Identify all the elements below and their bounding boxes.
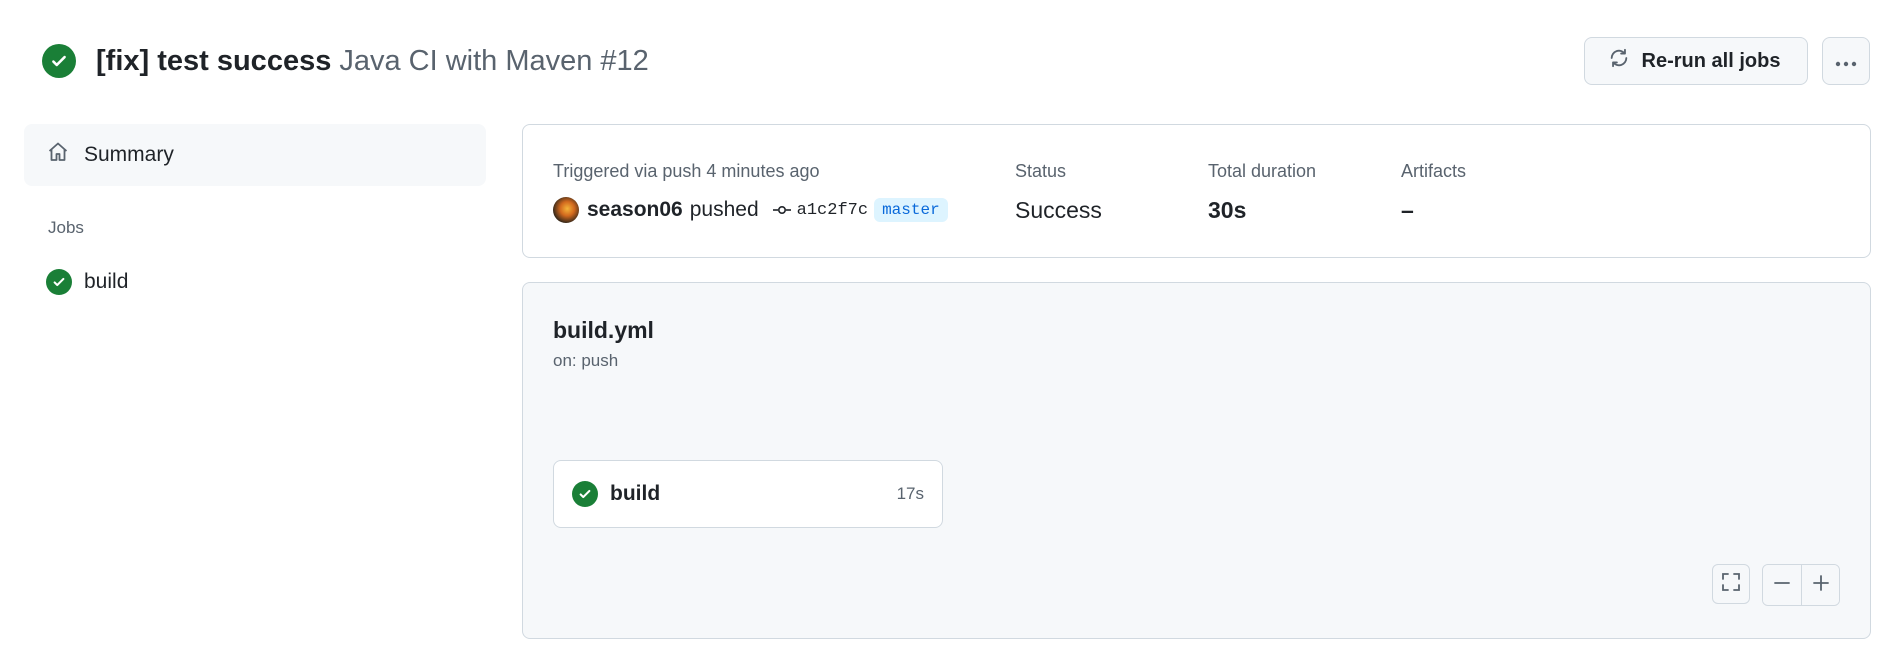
zoom-button-group bbox=[1762, 564, 1840, 606]
fullscreen-button[interactable] bbox=[1712, 564, 1750, 604]
more-actions-button[interactable] bbox=[1822, 37, 1870, 85]
job-name: build bbox=[610, 482, 661, 505]
header-actions: Re-run all jobs bbox=[1584, 37, 1870, 85]
status-label: Status bbox=[1015, 161, 1067, 181]
trigger-detail: season06 pushed a1c2f7c master bbox=[553, 194, 948, 226]
dash-icon bbox=[1773, 574, 1791, 597]
workflow-run-page: [fix] test success Java CI with Maven #12… bbox=[0, 0, 1896, 655]
sidebar-item-label: build bbox=[84, 270, 129, 293]
artifacts-label: Artifacts bbox=[1401, 161, 1467, 181]
duration-value: 30s bbox=[1208, 196, 1247, 223]
home-icon bbox=[46, 140, 70, 170]
sidebar-item-summary[interactable]: Summary bbox=[24, 124, 486, 186]
rerun-all-jobs-button[interactable]: Re-run all jobs bbox=[1584, 37, 1808, 85]
jobs-heading: Jobs bbox=[48, 218, 84, 237]
check-circle-icon bbox=[46, 269, 72, 295]
sidebar-item-build[interactable]: build bbox=[24, 264, 486, 300]
sync-icon bbox=[1608, 47, 1630, 75]
action-text: pushed bbox=[689, 198, 759, 221]
actor-link[interactable]: season06 bbox=[587, 198, 683, 222]
job-node-build[interactable]: build 17s bbox=[553, 460, 943, 528]
run-title: [fix] test success Java CI with Maven #12 bbox=[96, 43, 649, 79]
branch-badge[interactable]: master bbox=[874, 198, 948, 222]
workflow-graph: build.yml on: push build 17s bbox=[522, 282, 1871, 639]
job-duration: 17s bbox=[896, 484, 924, 503]
duration-info: Total duration 30s bbox=[1208, 161, 1316, 226]
duration-label: Total duration bbox=[1208, 161, 1317, 181]
run-summary-card: Triggered via push 4 minutes ago season0… bbox=[522, 124, 1871, 258]
screen-full-icon bbox=[1721, 572, 1741, 597]
graph-controls bbox=[1712, 564, 1840, 606]
git-commit-icon bbox=[772, 204, 791, 216]
workflow-run-label: Java CI with Maven #12 bbox=[339, 45, 649, 77]
workflow-file-name: build.yml bbox=[553, 317, 654, 343]
commit-message: [fix] test success bbox=[96, 45, 332, 77]
check-circle-icon bbox=[42, 44, 76, 78]
status-info: Status Success bbox=[1015, 161, 1102, 226]
sidebar: Summary Jobs build bbox=[24, 124, 486, 300]
rerun-label: Re-run all jobs bbox=[1641, 49, 1781, 72]
status-value: Success bbox=[1015, 196, 1102, 223]
zoom-in-button[interactable] bbox=[1801, 565, 1839, 605]
trigger-info: Triggered via push 4 minutes ago season0… bbox=[553, 161, 948, 226]
commit-sha-link[interactable]: a1c2f7c bbox=[797, 201, 868, 220]
zoom-out-button[interactable] bbox=[1763, 565, 1801, 605]
sidebar-item-label: Summary bbox=[84, 143, 174, 166]
trigger-label: Triggered via push 4 minutes ago bbox=[553, 161, 820, 181]
workflow-trigger: on: push bbox=[553, 351, 619, 370]
check-circle-icon bbox=[572, 481, 598, 507]
avatar[interactable] bbox=[553, 197, 579, 223]
kebab-horizontal-icon bbox=[1835, 50, 1857, 73]
run-header: [fix] test success Java CI with Maven #12… bbox=[42, 36, 1870, 86]
artifacts-value: – bbox=[1401, 196, 1414, 223]
plus-icon bbox=[1812, 574, 1830, 597]
artifacts-info: Artifacts – bbox=[1401, 161, 1466, 226]
